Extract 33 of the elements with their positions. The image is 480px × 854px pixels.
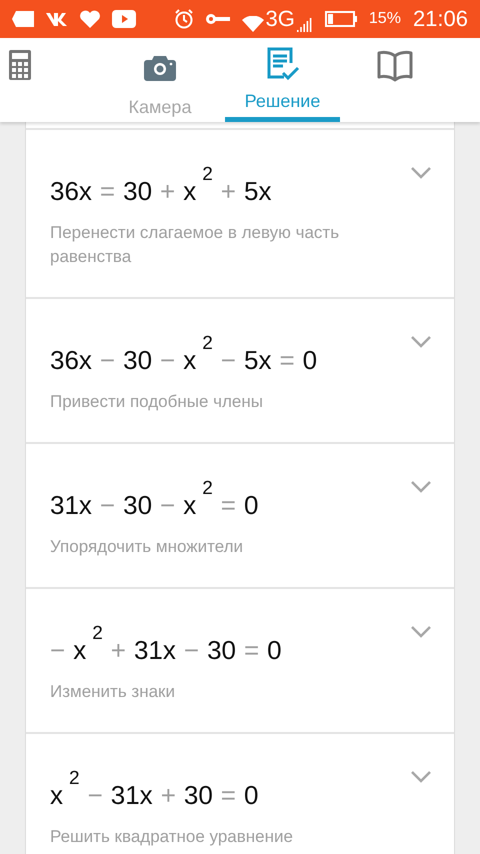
play-icon (112, 10, 136, 28)
calculator-icon (9, 50, 31, 80)
step-description: Изменить знаки (50, 681, 176, 703)
battery-icon (324, 11, 357, 27)
clock-time: 21:06 (412, 6, 468, 32)
wifi-icon (242, 16, 264, 32)
equation: 31x − 30 − x $^{2}$ = 0 (50, 477, 260, 521)
chevron-icon[interactable] (410, 625, 432, 639)
step-description: Привести подобные члены (50, 391, 264, 413)
tab-label: Камера (128, 97, 192, 118)
equation: − x $^{2}$ + 31x − 30 = 0 (50, 622, 283, 666)
network-type: 3G (266, 6, 295, 32)
message-icon (12, 11, 34, 27)
step-description: Решить квадратное уравнение (50, 826, 294, 848)
checked-document-icon (266, 46, 300, 80)
equation: 36x = 30 + x $^{2}$ + 5x (50, 163, 272, 207)
step-description: Упорядочить множители (50, 536, 244, 558)
chevron-icon[interactable] (410, 166, 432, 180)
signal-icon (296, 18, 313, 32)
tab[interactable]: Камера (100, 38, 220, 122)
key-icon (206, 13, 230, 25)
chevron-icon[interactable] (410, 335, 432, 349)
heart-icon (80, 10, 100, 28)
chevron-icon[interactable] (410, 480, 432, 494)
vk-icon (46, 12, 68, 26)
chevron-icon[interactable] (410, 770, 432, 784)
open-book-icon (377, 48, 413, 82)
step-description: Перенести слагаемое в левую часть равенства (50, 222, 340, 268)
equation: x $^{2}$ − 31x + 30 = 0 (50, 767, 260, 811)
tab-label: Решение (244, 91, 320, 113)
alarm-icon (174, 9, 194, 29)
equation: 36x − 30 − x $^{2}$ − 5x = 0 (50, 332, 318, 376)
battery-percentage: 15% (368, 10, 401, 28)
